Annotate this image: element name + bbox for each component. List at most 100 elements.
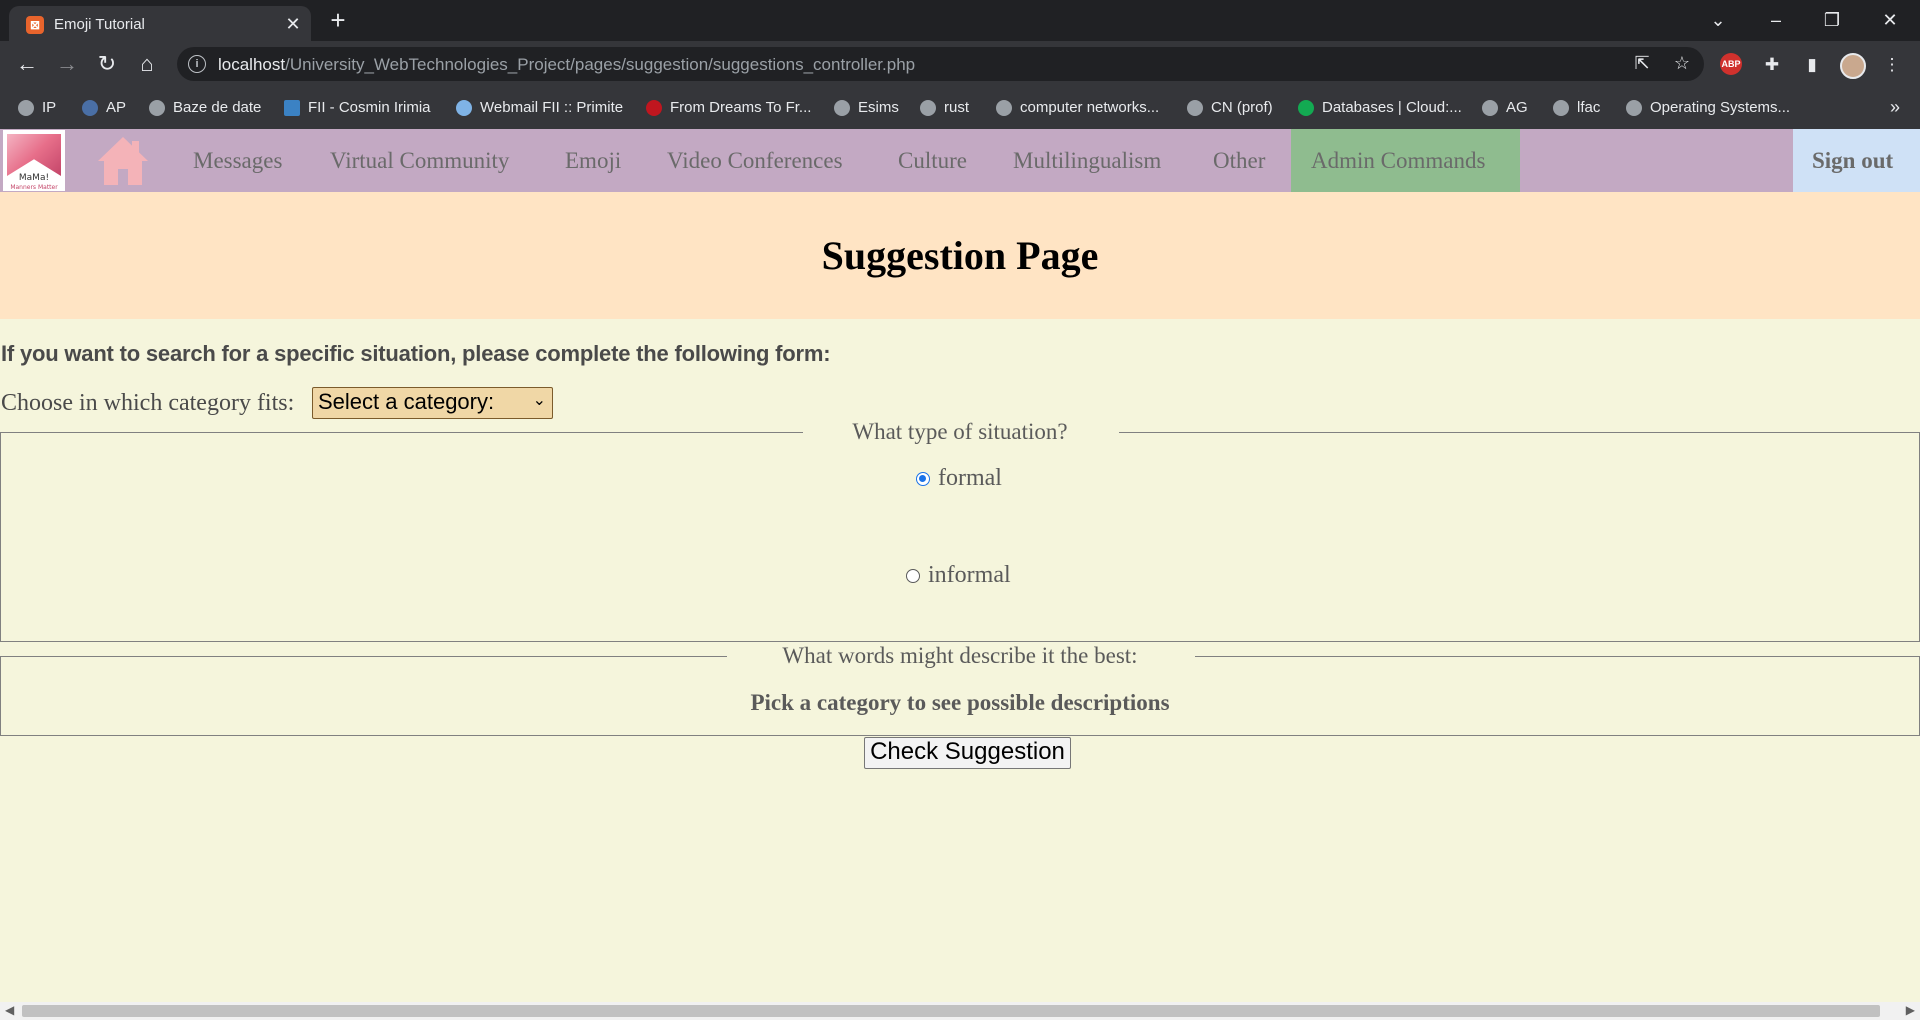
nav-link-other[interactable]: Other <box>1213 148 1265 174</box>
horizontal-scrollbar[interactable]: ◀ ▶ <box>0 1002 1920 1020</box>
bookmark-item[interactable]: Operating Systems... <box>1626 99 1790 116</box>
globe-icon <box>1482 99 1498 116</box>
descriptions-hint: Pick a category to see possible descript… <box>750 690 1170 715</box>
globe-icon <box>996 99 1012 116</box>
form-intro-text: If you want to search for a specific sit… <box>1 341 831 366</box>
bookmark-label: lfac <box>1577 99 1601 116</box>
nav-link-virtual-community[interactable]: Virtual Community <box>330 148 509 174</box>
bookmark-label: Operating Systems... <box>1650 99 1791 116</box>
globe-icon <box>149 99 165 116</box>
bookmark-item[interactable]: Databases | Cloud:... <box>1298 99 1462 116</box>
bookmark-item[interactable]: computer networks... <box>996 99 1159 116</box>
bookmark-label: Esims <box>858 99 899 116</box>
back-arrow-icon[interactable]: ← <box>12 49 42 79</box>
browser-tab-bar: ⊠ Emoji Tutorial ✕ + ⌄ – ❐ ✕ <box>0 0 1920 41</box>
check-suggestion-button[interactable]: Check Suggestion <box>864 737 1071 769</box>
tab-close-icon[interactable]: ✕ <box>282 13 304 35</box>
home-icon[interactable] <box>96 135 150 187</box>
bookmark-label: Baze de date <box>173 99 262 116</box>
bookmark-label: Webmail FII :: Primite <box>480 99 624 116</box>
bookmark-label: CN (prof) <box>1211 99 1273 116</box>
share-icon[interactable]: ⇱ <box>1630 53 1654 74</box>
bookmark-label: IP <box>42 99 57 116</box>
radio-formal[interactable] <box>916 471 930 486</box>
nav-link-emoji[interactable]: Emoji <box>565 148 621 174</box>
scroll-right-icon[interactable]: ▶ <box>1906 1003 1915 1017</box>
situation-fieldset: What type of situation? formal informal <box>0 419 1920 642</box>
scrollbar-thumb[interactable] <box>22 1005 1880 1017</box>
bookmark-favicon-icon <box>82 99 98 116</box>
bookmark-item[interactable]: IP <box>18 99 56 116</box>
page-title: Suggestion Page <box>821 233 1099 278</box>
globe-icon <box>834 99 850 116</box>
adblock-extension-icon[interactable]: ABP <box>1720 53 1744 77</box>
minimize-button[interactable]: – <box>1756 6 1796 34</box>
radio-formal-row[interactable]: formal <box>916 465 1002 492</box>
globe-icon <box>1626 99 1642 116</box>
bookmark-item[interactable]: Webmail FII :: Primite <box>456 99 623 116</box>
browser-menu-icon[interactable]: ⋮ <box>1880 53 1904 77</box>
forward-arrow-icon[interactable]: → <box>52 49 82 79</box>
bookmark-item[interactable]: rust <box>920 99 969 116</box>
bookmark-item[interactable]: CN (prof) <box>1187 99 1273 116</box>
bookmark-item[interactable]: From Dreams To Fr... <box>646 99 811 116</box>
radio-informal-label: informal <box>928 562 1011 588</box>
logo-subtext: Manners Matter <box>10 184 58 191</box>
radio-informal-row[interactable]: informal <box>906 562 1011 589</box>
bookmark-label: rust <box>944 99 970 116</box>
logo-text: MaMa! <box>18 173 50 183</box>
nav-link-messages[interactable]: Messages <box>193 148 282 174</box>
bookmarks-bar: IP AP Baze de date FII - Cosmin Irimia W… <box>0 89 1920 130</box>
scroll-left-icon[interactable]: ◀ <box>5 1003 14 1017</box>
bookmark-item[interactable]: Baze de date <box>149 99 261 116</box>
restore-button[interactable]: ❐ <box>1812 6 1852 34</box>
nav-link-multilingualism[interactable]: Multilingualism <box>1013 148 1161 174</box>
nav-link-culture[interactable]: Culture <box>898 148 967 174</box>
sign-out-button[interactable]: Sign out <box>1812 148 1893 174</box>
home-icon[interactable]: ⌂ <box>132 49 162 79</box>
side-panel-icon[interactable]: ▮ <box>1800 53 1824 77</box>
site-info-icon[interactable]: i <box>188 55 206 73</box>
words-fieldset: What words might describe it the best: P… <box>0 643 1920 736</box>
tab-search-icon[interactable]: ⌄ <box>1698 6 1738 34</box>
fii-favicon-icon <box>284 99 300 116</box>
radio-informal[interactable] <box>906 568 920 583</box>
situation-legend: What type of situation? <box>852 419 1068 444</box>
bookmark-item[interactable]: AG <box>1482 99 1528 116</box>
bookmark-item[interactable]: FII - Cosmin Irimia <box>284 99 431 116</box>
category-label: Choose in which category fits: <box>1 390 295 416</box>
chevron-down-icon: ⌄ <box>532 392 546 409</box>
profile-avatar[interactable] <box>1840 53 1866 79</box>
url-text[interactable]: localhost/University_WebTechnologies_Pro… <box>218 55 915 75</box>
bookmark-item[interactable]: AP <box>82 99 126 116</box>
tab-title: Emoji Tutorial <box>54 16 145 33</box>
globe-icon <box>920 99 936 116</box>
xampp-favicon-icon: ⊠ <box>26 16 44 34</box>
bookmark-item[interactable]: lfac <box>1553 99 1600 116</box>
words-legend: What words might describe it the best: <box>782 643 1138 668</box>
more-bookmarks-icon[interactable]: » <box>1890 97 1900 118</box>
nav-link-admin-commands[interactable]: Admin Commands <box>1311 148 1485 174</box>
logo-wordmark: MaMa! Manners Matter <box>3 174 65 192</box>
bookmark-label: AG <box>1506 99 1528 116</box>
category-select[interactable]: Select a category: ⌄ <box>312 387 553 419</box>
browser-toolbar: ← → ↻ ⌂ i localhost/University_WebTechno… <box>0 41 1920 89</box>
bookmark-label: From Dreams To Fr... <box>670 99 812 116</box>
reload-icon[interactable]: ↻ <box>92 49 122 79</box>
bookmark-star-icon[interactable]: ☆ <box>1670 53 1694 74</box>
site-logo[interactable]: MaMa! Manners Matter <box>3 130 65 191</box>
new-tab-button[interactable]: + <box>324 7 352 35</box>
bookmark-item[interactable]: Esims <box>834 99 899 116</box>
radio-formal-label: formal <box>938 465 1002 491</box>
dreams-favicon-icon <box>646 99 662 116</box>
bookmark-label: FII - Cosmin Irimia <box>308 99 431 116</box>
bookmark-label: computer networks... <box>1020 99 1160 116</box>
nav-link-video-conferences[interactable]: Video Conferences <box>667 148 843 174</box>
browser-tab[interactable]: ⊠ Emoji Tutorial ✕ <box>9 6 311 41</box>
mongodb-leaf-icon <box>1298 99 1314 116</box>
address-bar[interactable]: i localhost/University_WebTechnologies_P… <box>177 47 1704 81</box>
url-host: localhost <box>218 55 286 74</box>
close-window-button[interactable]: ✕ <box>1870 6 1910 34</box>
bookmark-label: Databases | Cloud:... <box>1322 99 1462 116</box>
extensions-puzzle-icon[interactable]: ✚ <box>1760 53 1784 77</box>
